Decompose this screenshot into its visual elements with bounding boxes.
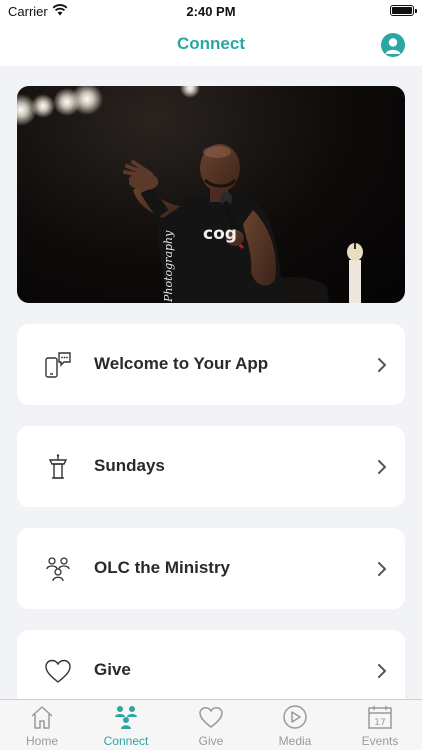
tab-label: Give [198,734,224,748]
card-sundays[interactable]: Sundays [17,426,405,507]
people-group-icon [46,557,70,582]
play-icon [283,705,307,729]
chevron-right-icon [378,358,386,372]
tab-label: Home [25,734,58,748]
card-label: Give [94,660,131,679]
nav-bar: Connect [0,22,422,66]
chevron-right-icon [378,460,386,474]
person-icon [385,38,401,54]
tab-connect[interactable]: Connect [84,700,168,750]
chevron-right-icon [378,664,386,678]
card-welcome[interactable]: Welcome to Your App [17,324,405,405]
card-label: OLC the Ministry [94,558,231,577]
profile-icon[interactable] [381,33,405,57]
calendar-icon: 17 [368,706,392,729]
tab-label: Connect [103,734,149,748]
chevron-right-icon [378,562,386,576]
photo-watermark: Photography [162,230,175,303]
card-ministry[interactable]: OLC the Ministry [17,528,405,609]
tab-home[interactable]: Home [0,700,84,750]
page-title: Connect [177,34,245,53]
tab-bar: Home Connect Give Media 17 Events [0,699,422,750]
podium-icon [48,454,68,479]
calendar-date: 17 [374,718,385,728]
tab-label: Events [361,734,399,748]
card-label: Sundays [94,456,165,475]
tab-media[interactable]: Media [253,700,337,750]
tab-label: Media [278,734,312,748]
tab-give[interactable]: Give [169,700,253,750]
chat-phone-icon [45,352,71,378]
heart-icon [45,659,71,683]
speaker-photo: cog Photography [17,86,363,303]
card-label: Welcome to Your App [94,354,269,373]
status-time: 2:40 PM [186,4,236,19]
shirt-text: cog [203,224,237,244]
tab-events[interactable]: 17 Events [338,700,422,750]
hero-image[interactable]: cog Photography [17,86,405,303]
connect-icon [115,706,137,729]
battery-icon [390,5,417,16]
heart-icon [199,707,223,728]
home-icon [31,706,53,729]
status-bar: Carrier 2:40 PM [0,0,422,22]
